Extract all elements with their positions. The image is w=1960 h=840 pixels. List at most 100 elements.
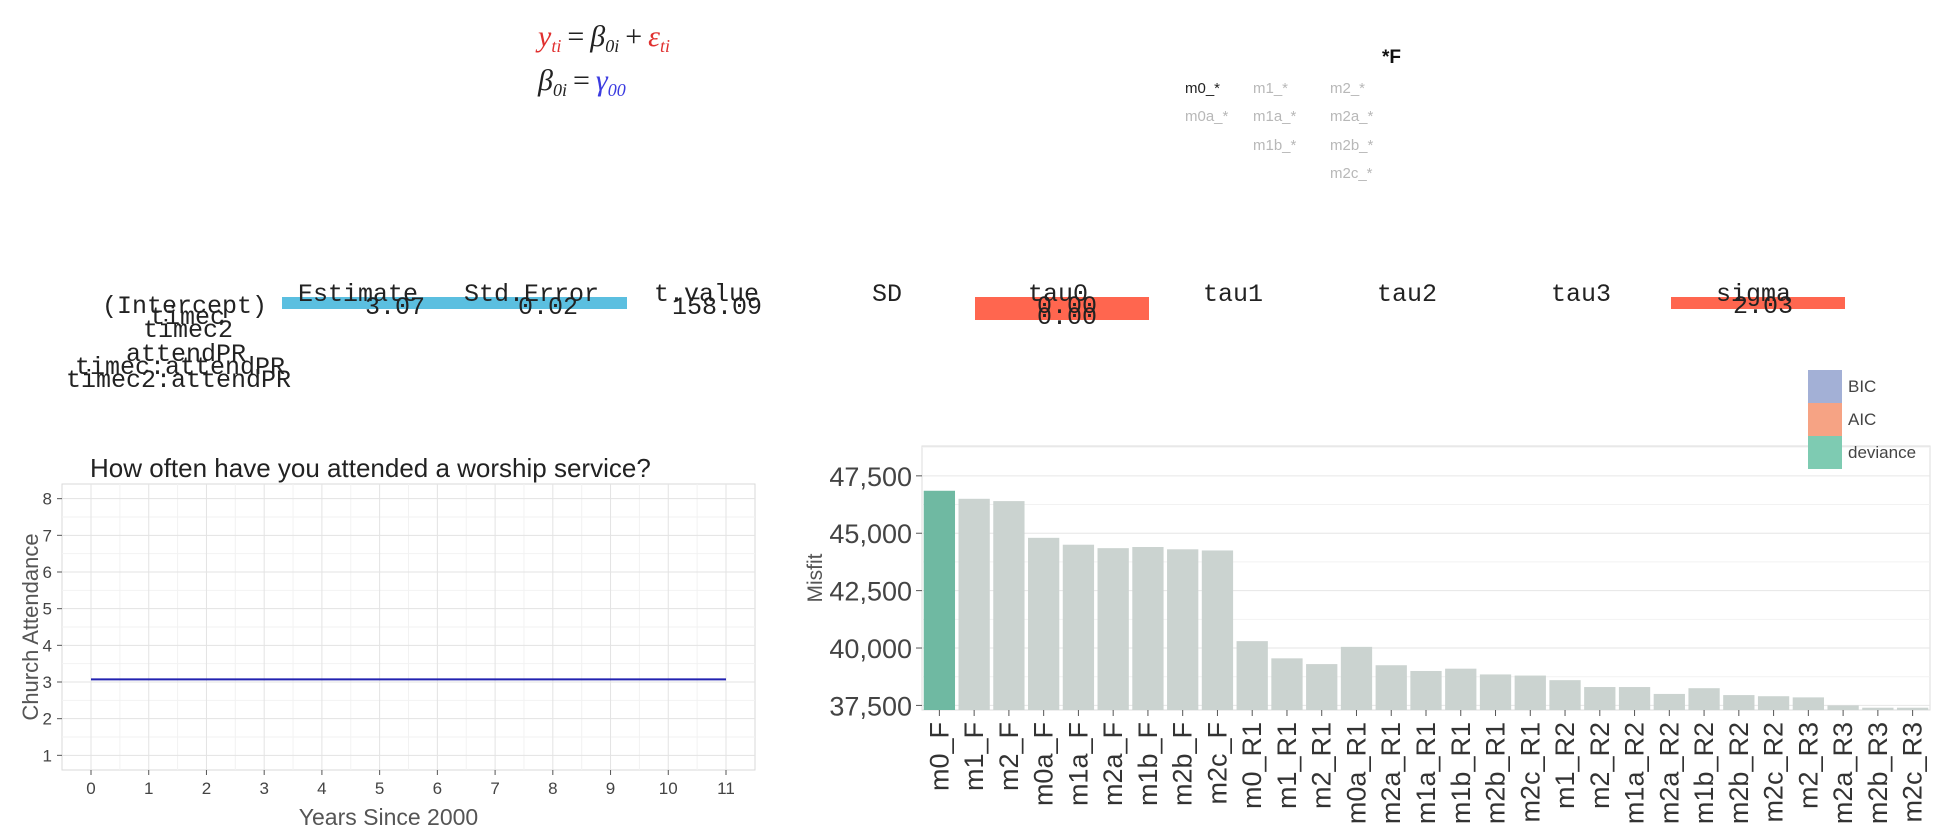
bar-chart-x-tick-label: m2_F xyxy=(994,722,1024,791)
model-option-m1[interactable]: m1_* xyxy=(1253,80,1288,97)
legend-swatch-deviance xyxy=(1808,436,1842,469)
model-option-m1b[interactable]: m1b_* xyxy=(1253,137,1296,154)
bar-chart: 37,50040,00042,50045,00047,500m0_F m1_F m2… xyxy=(804,370,1931,824)
header-tau3: tau3 xyxy=(1551,280,1612,309)
bar-chart-y-tick-label: 40,000 xyxy=(829,634,912,664)
bar-chart-x-tick-label: m2_R2 xyxy=(1585,722,1615,809)
bar-chart-x-tick-label: m1_R1 xyxy=(1272,722,1302,809)
line-chart-x-tick-label: 4 xyxy=(317,779,326,798)
legend-swatch-aic xyxy=(1808,403,1842,436)
bar-m2b_r3 xyxy=(1862,707,1894,710)
bar-m2a_f xyxy=(1097,548,1129,710)
legend-swatch-bic xyxy=(1808,370,1842,403)
bar-chart-x-tick-label: m2b_F xyxy=(1168,722,1198,806)
bar-chart-x-tick-label: m1a_R1 xyxy=(1411,722,1441,824)
std-error-value: 0.02 xyxy=(518,293,579,322)
bar-chart-x-tick-label: m2a_R2 xyxy=(1654,722,1684,824)
model-option-m2c[interactable]: m2c_* xyxy=(1330,165,1373,182)
bar-m1_r1 xyxy=(1271,658,1303,710)
bar-chart-x-tick-label: m2a_R3 xyxy=(1828,722,1858,824)
bar-chart-x-tick-label: m2c_F xyxy=(1202,722,1232,805)
bar-chart-x-tick-label: m1_R2 xyxy=(1550,722,1580,809)
bar-m0_f xyxy=(923,490,956,710)
line-chart-x-tick-label: 6 xyxy=(433,779,442,798)
bar-chart-x-tick-label: m2b_R2 xyxy=(1724,722,1754,824)
sigma-value: 2.03 xyxy=(1733,292,1794,321)
eq2-gamma: γ xyxy=(595,64,608,97)
eq-y: y xyxy=(538,20,552,53)
bar-chart-x-tick-label: m1b_R2 xyxy=(1689,722,1719,824)
eq2-beta-sub: 0i xyxy=(552,80,567,100)
header-tau1: tau1 xyxy=(1203,280,1264,309)
bar-m2_r1 xyxy=(1306,664,1338,710)
model-option-m1a[interactable]: m1a_* xyxy=(1253,108,1296,125)
line-chart-y-tick-label: 8 xyxy=(43,490,52,509)
line-chart-x-tick-label: 2 xyxy=(202,779,211,798)
line-chart-x-tick-label: 0 xyxy=(86,779,95,798)
bar-m2_r2 xyxy=(1584,687,1616,710)
line-chart-y-tick-label: 5 xyxy=(43,600,52,619)
eq-y-sub: ti xyxy=(551,36,562,56)
line-chart: 0 1 2 3 4 5 6 7 8 9 10 1112345678Years Since 2000Ch… xyxy=(18,483,756,830)
legend-label-bic: BIC xyxy=(1848,377,1876,396)
t-value-value: 158.09 xyxy=(672,293,763,322)
eq-equals: = xyxy=(567,20,585,53)
line-chart-x-tick-label: 7 xyxy=(490,779,499,798)
level2-equation: β0i = γ00 xyxy=(538,64,626,101)
header-tau2: tau2 xyxy=(1377,280,1438,309)
bar-m2b_r1 xyxy=(1479,674,1512,710)
bar-chart-x-tick-label: m2b_R3 xyxy=(1863,722,1893,824)
bar-chart-y-tick-label: 37,500 xyxy=(829,691,912,721)
bar-m2a_r1 xyxy=(1375,665,1407,710)
model-option-m2b[interactable]: m2b_* xyxy=(1330,137,1373,154)
bar-m2a_r2 xyxy=(1653,693,1685,710)
bar-chart-x-tick-label: m1a_F xyxy=(1063,722,1093,806)
bar-chart-x-tick-label: m2a_R1 xyxy=(1376,722,1406,824)
bar-chart-x-tick-label: m0a_R1 xyxy=(1341,722,1371,824)
line-chart-y-axis-label: Church Attendance xyxy=(18,533,43,720)
bar-chart-y-tick-label: 45,000 xyxy=(829,519,912,549)
header-sd: SD xyxy=(872,280,903,309)
line-chart-x-tick-label: 5 xyxy=(375,779,384,798)
line-chart-y-tick-label: 7 xyxy=(43,526,52,545)
model-option-m0a[interactable]: m0a_* xyxy=(1185,108,1228,125)
line-chart-x-tick-label: 1 xyxy=(144,779,153,798)
bar-m2c_r2 xyxy=(1757,696,1790,710)
eq-epsilon-sub: ti xyxy=(659,36,670,56)
bar-chart-x-tick-label: m2b_R1 xyxy=(1481,722,1511,824)
level1-equation: yti = β0i + εti xyxy=(538,20,670,57)
model-option-m2[interactable]: m2_* xyxy=(1330,80,1365,97)
line-chart-x-tick-label: 3 xyxy=(259,779,268,798)
line-chart-y-tick-label: 2 xyxy=(43,710,52,729)
bar-chart-x-tick-label: m1b_R1 xyxy=(1446,722,1476,824)
bar-chart-x-tick-label: m2c_R2 xyxy=(1759,722,1789,823)
bar-chart-y-tick-label: 47,500 xyxy=(829,462,912,492)
eq-epsilon: ε xyxy=(648,20,660,53)
model-option-m0[interactable]: m0_* xyxy=(1185,80,1220,97)
bar-m2c_r1 xyxy=(1514,675,1546,710)
legend-label-deviance: deviance xyxy=(1848,443,1916,462)
bar-chart-x-tick-label: m0_F xyxy=(924,722,954,791)
bar-m1b_f xyxy=(1132,547,1164,710)
bar-m1a_r1 xyxy=(1410,670,1442,710)
bar-m2c_r3 xyxy=(1896,707,1929,710)
row-timec2-attendpr: timec2:attendPR xyxy=(66,366,292,395)
bar-chart-x-tick-label: m0_R1 xyxy=(1237,722,1267,809)
bar-m0a_r1 xyxy=(1340,646,1373,710)
bar-m1a_f xyxy=(1062,544,1095,710)
legend-label-aic: AIC xyxy=(1848,410,1876,429)
bar-m0_r1 xyxy=(1236,641,1268,710)
bar-m2_r3 xyxy=(1792,697,1824,710)
model-option-m2a[interactable]: m2a_* xyxy=(1330,108,1373,125)
line-chart-x-tick-label: 9 xyxy=(606,779,615,798)
model-selector-title: *F xyxy=(1382,47,1401,68)
line-chart-x-axis-label: Years Since 2000 xyxy=(299,804,478,830)
bar-chart-x-tick-label: m1a_R2 xyxy=(1620,722,1650,824)
tau0-value-b: 0.00 xyxy=(1037,303,1098,332)
bar-m0a_f xyxy=(1028,537,1060,710)
bar-m1b_r1 xyxy=(1445,668,1477,710)
bar-chart-x-tick-label: m1_F xyxy=(959,722,989,791)
line-chart-x-tick-label: 11 xyxy=(717,779,735,798)
line-chart-x-tick-label: 8 xyxy=(548,779,557,798)
line-chart-y-tick-label: 3 xyxy=(43,673,52,692)
